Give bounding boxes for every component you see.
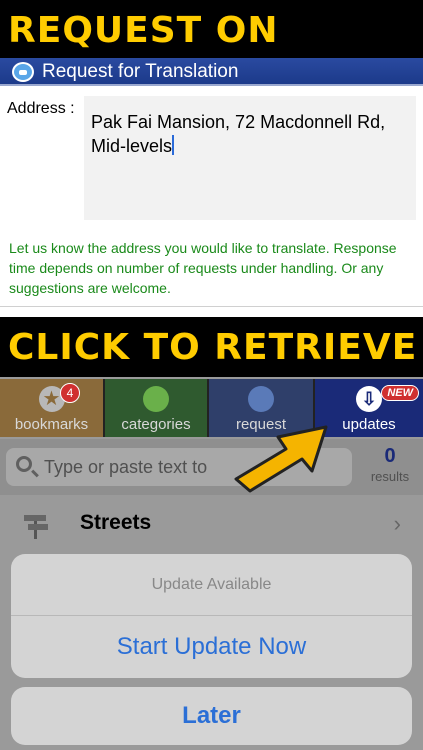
top-banner: REQUEST ON DEMAND [0, 0, 423, 113]
address-input[interactable]: Pak Fai Mansion, 72 Macdonnell Rd, Mid-l… [84, 96, 416, 220]
tab-bar: ★ 4 bookmarks categories request ⇩ NEW u… [0, 379, 423, 437]
search-bar: 0 results [0, 439, 423, 495]
street-sign-icon [22, 511, 50, 539]
search-icon [16, 456, 32, 472]
search-input[interactable] [44, 454, 244, 480]
later-button[interactable]: Later [11, 687, 412, 745]
request-note: Let us know the address you would like t… [9, 240, 397, 296]
tab-bookmarks[interactable]: ★ 4 bookmarks [0, 379, 105, 437]
text-caret [172, 135, 175, 155]
results-count: 0 [384, 445, 396, 467]
speech-bubble-icon [12, 62, 34, 82]
folder-icon [143, 386, 169, 412]
results-counter: 0 results [361, 445, 419, 486]
action-sheet-cancel: Later [11, 687, 412, 745]
new-badge: NEW [381, 385, 419, 401]
list-item[interactable]: Streets › [0, 501, 423, 545]
request-panel: Request for Translation Address : Pak Fa… [0, 58, 423, 317]
speech-bubble-icon [248, 386, 274, 412]
tab-label: bookmarks [14, 416, 89, 433]
pointer-arrow-icon [234, 425, 328, 493]
download-icon: ⇩ [356, 386, 382, 412]
tab-categories[interactable]: categories [105, 379, 209, 437]
request-header: Request for Translation [0, 58, 423, 86]
list-item-title: Streets [80, 511, 152, 534]
chevron-right-icon: › [393, 511, 401, 536]
app-screen: ★ 4 bookmarks categories request ⇩ NEW u… [0, 377, 423, 750]
address-value: Pak Fai Mansion, 72 Macdonnell Rd, Mid-l… [91, 112, 386, 156]
divider [0, 306, 423, 307]
start-update-button[interactable]: Start Update Now [11, 616, 412, 678]
tab-label: categories [121, 416, 191, 433]
middle-banner: CLICK TO RETRIEVE [0, 317, 423, 377]
address-label: Address : [7, 100, 75, 117]
action-sheet-title: Update Available [11, 554, 412, 616]
results-label: results [370, 469, 410, 484]
request-header-title: Request for Translation [42, 61, 239, 82]
action-sheet: Update Available Start Update Now [11, 554, 412, 678]
bookmarks-count-badge: 4 [60, 383, 80, 403]
